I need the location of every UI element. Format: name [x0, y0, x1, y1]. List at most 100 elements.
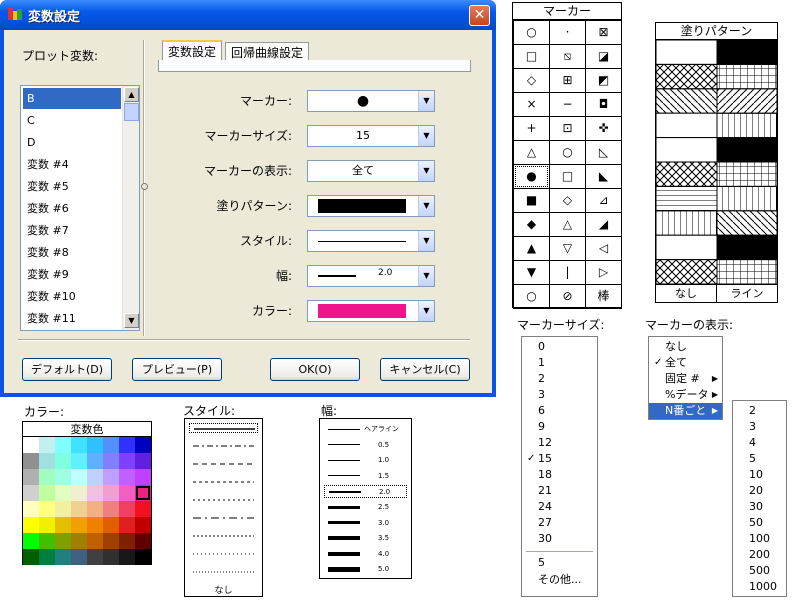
color-option[interactable]	[119, 549, 135, 565]
variable-color-header[interactable]: 変数色	[23, 422, 151, 437]
color-option[interactable]	[103, 437, 119, 453]
marker-option[interactable]: ○	[513, 20, 550, 45]
color-option[interactable]	[71, 469, 87, 485]
pattern-option[interactable]	[716, 234, 777, 261]
marker-option[interactable]: △	[549, 212, 586, 237]
color-option[interactable]	[39, 517, 55, 533]
pattern-option[interactable]	[656, 210, 718, 236]
marker-option[interactable]: ●	[513, 164, 550, 189]
color-option[interactable]	[23, 469, 39, 485]
line-width-option[interactable]: 4.0	[324, 548, 407, 561]
pattern-option[interactable]	[716, 112, 777, 139]
variable-list-item[interactable]: 変数 #6	[23, 198, 121, 219]
marker-option[interactable]: ⊿	[585, 188, 622, 213]
color-option[interactable]	[135, 469, 151, 485]
color-option[interactable]	[135, 549, 151, 565]
marker-size-menu-item[interactable]: 0	[522, 339, 597, 355]
color-option[interactable]	[119, 469, 135, 485]
tab-regression-settings[interactable]: 回帰曲線設定	[225, 42, 310, 62]
marker-option[interactable]: ▷	[585, 260, 622, 285]
marker-display-menu-item[interactable]: N番ごと ▶	[649, 403, 722, 419]
color-option[interactable]	[55, 485, 71, 501]
color-option[interactable]	[23, 485, 39, 501]
color-option[interactable]	[135, 485, 151, 501]
marker-combo[interactable]: ● ▼	[307, 90, 435, 112]
pattern-option[interactable]	[716, 40, 777, 65]
pattern-option[interactable]	[656, 63, 718, 90]
color-option[interactable]	[23, 501, 39, 517]
marker-option[interactable]: 棒	[585, 284, 622, 309]
variable-list-item[interactable]: 変数 #11	[23, 308, 121, 329]
nth-menu-item[interactable]: 500	[733, 563, 786, 579]
line-style-option[interactable]	[189, 459, 258, 469]
line-style-option[interactable]	[189, 441, 258, 451]
color-option[interactable]	[103, 533, 119, 549]
nth-menu-item[interactable]: 100	[733, 531, 786, 547]
pattern-option[interactable]	[656, 259, 718, 284]
dropdown-arrow-icon[interactable]: ▼	[418, 161, 434, 181]
ok-button[interactable]: OK(O)	[270, 358, 360, 381]
variable-listbox[interactable]: B C D 変数 #4 変数 #5 変数 #6 変数 #7 変数 #8 変数 #9 変数 #10 変…	[20, 85, 140, 331]
nth-menu-item[interactable]: 20	[733, 483, 786, 499]
color-option[interactable]	[71, 533, 87, 549]
variable-list-item[interactable]: B	[23, 88, 121, 109]
color-option[interactable]	[23, 517, 39, 533]
marker-option[interactable]: ⧅	[549, 44, 586, 69]
pattern-option[interactable]	[656, 137, 718, 163]
pattern-option[interactable]	[656, 161, 718, 187]
color-option[interactable]	[119, 533, 135, 549]
marker-option[interactable]: ⊠	[585, 20, 622, 45]
marker-option[interactable]: ◪	[585, 44, 622, 69]
color-option[interactable]	[39, 485, 55, 501]
nth-menu-item[interactable]: 1000	[733, 579, 786, 595]
variable-list-item[interactable]: 変数 #5	[23, 176, 121, 197]
variable-list-item[interactable]: 変数 #9	[23, 264, 121, 285]
pattern-option[interactable]	[716, 185, 777, 212]
color-option[interactable]	[135, 453, 151, 469]
variable-list-item[interactable]: C	[23, 110, 121, 131]
pattern-option[interactable]	[656, 88, 718, 114]
color-option[interactable]	[55, 533, 71, 549]
nth-menu-item[interactable]: 5	[733, 451, 786, 467]
marker-size-menu-item[interactable]: 30	[522, 531, 597, 547]
marker-size-menu-item[interactable]: 12	[522, 435, 597, 451]
marker-size-menu-item[interactable]: 21	[522, 483, 597, 499]
marker-size-menu-item[interactable]: 27	[522, 515, 597, 531]
marker-option[interactable]: ◇	[549, 188, 586, 213]
marker-option[interactable]: ▼	[513, 260, 550, 285]
nth-menu-item[interactable]: 2	[733, 403, 786, 419]
nth-menu-item[interactable]: 4	[733, 435, 786, 451]
line-style-option[interactable]	[189, 567, 258, 577]
color-option[interactable]	[87, 549, 103, 565]
color-option[interactable]	[55, 517, 71, 533]
marker-option[interactable]: ◩	[585, 68, 622, 93]
color-option[interactable]	[23, 549, 39, 565]
color-option[interactable]	[87, 453, 103, 469]
preview-button[interactable]: プレビュー(P)	[132, 358, 222, 381]
marker-option[interactable]: □	[549, 164, 586, 189]
pattern-option[interactable]	[716, 161, 777, 187]
color-option[interactable]	[103, 549, 119, 565]
color-option[interactable]	[87, 533, 103, 549]
dropdown-arrow-icon[interactable]: ▼	[418, 266, 434, 286]
dropdown-arrow-icon[interactable]: ▼	[418, 231, 434, 251]
line-width-option[interactable]: 2.5	[324, 501, 407, 514]
marker-option[interactable]: ◁	[585, 236, 622, 261]
color-option[interactable]	[87, 501, 103, 517]
pattern-grid[interactable]	[656, 40, 777, 284]
marker-display-menu-item[interactable]: なし	[649, 339, 722, 355]
color-option[interactable]	[23, 453, 39, 469]
marker-size-menu-item[interactable]: ✓ 15	[522, 451, 597, 467]
color-option[interactable]	[119, 501, 135, 517]
color-option[interactable]	[39, 469, 55, 485]
color-option[interactable]	[39, 453, 55, 469]
pattern-option[interactable]	[656, 40, 718, 65]
nth-menu-item[interactable]: 30	[733, 499, 786, 515]
color-option[interactable]	[103, 501, 119, 517]
color-option[interactable]	[55, 453, 71, 469]
line-width-option[interactable]: 5.0	[324, 563, 407, 576]
color-option[interactable]	[55, 469, 71, 485]
pattern-option[interactable]	[716, 259, 777, 284]
marker-display-combo[interactable]: 全て ▼	[307, 160, 435, 182]
pattern-option[interactable]	[716, 137, 777, 163]
